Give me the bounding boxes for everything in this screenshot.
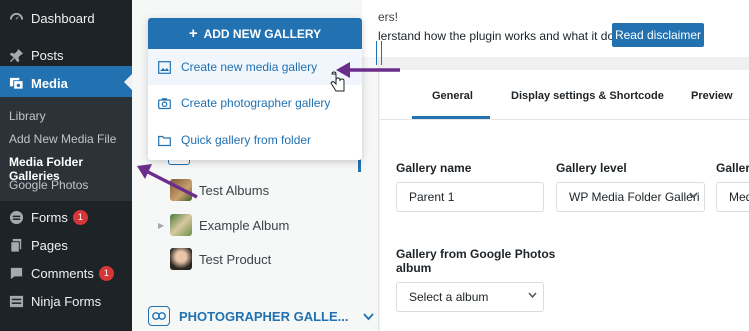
menu-item-quick-gallery-from-folder[interactable]: Quick gallery from folder [148, 122, 362, 158]
gallery-settings-panel: General Display settings & Shortcode Pre… [380, 70, 749, 331]
menu-item-create-photographer-gallery[interactable]: Create photographer gallery [148, 85, 362, 121]
pin-icon [8, 47, 24, 63]
photographer-galleries-header[interactable]: PHOTOGRAPHER GALLE... [148, 306, 374, 326]
admin-sidebar: Dashboard Posts Media Library Add New Me… [0, 0, 132, 331]
gallery-theme-select[interactable]: Medi [716, 182, 749, 212]
sidebar-item-media[interactable]: Media [0, 66, 132, 100]
google-photos-album-label: Gallery from Google Photos album [396, 247, 556, 275]
gallery-level-select[interactable]: WP Media Folder Galleri [556, 182, 705, 212]
comment-icon [8, 265, 24, 281]
tree-item-test-albums[interactable]: Test Albums [158, 179, 269, 201]
album-thumbnail [170, 214, 192, 236]
submenu-library[interactable]: Library [9, 109, 46, 123]
photographer-galleries-label: PHOTOGRAPHER GALLE... [179, 308, 349, 324]
gallery-theme-label: Gallery [716, 161, 749, 175]
media-icon [8, 75, 24, 91]
photographer-gallery-icon [148, 306, 170, 326]
folder-icon [158, 134, 171, 147]
pages-icon [8, 237, 24, 253]
menu-item-label: Quick gallery from folder [181, 133, 312, 147]
submenu-add-new-media-file[interactable]: Add New Media File [9, 132, 116, 146]
read-disclaimer-button[interactable]: Read disclaimer [612, 23, 704, 47]
sidebar-item-label: Comments [31, 265, 94, 281]
gallery-level-label: Gallery level [556, 161, 627, 175]
google-photos-album-value: Select a album [409, 290, 489, 304]
sidebar-item-label: Forms [31, 209, 68, 225]
forms-badge: 1 [72, 209, 88, 225]
comments-badge: 1 [98, 265, 114, 281]
plugin-notice: ers! lerstand how the plugin works and w… [362, 0, 749, 57]
sidebar-item-label: Posts [31, 47, 64, 63]
media-submenu: Library Add New Media File Media Folder … [0, 97, 132, 201]
notice-text-line2: lerstand how the plugin works and what i… [378, 29, 627, 43]
tree-item-label: Example Album [199, 217, 290, 233]
panel-resize-handle[interactable] [376, 41, 382, 65]
album-thumbnail [170, 248, 192, 270]
tab-preview[interactable]: Preview [691, 90, 733, 102]
add-new-gallery-label: ADD NEW GALLERY [203, 26, 322, 41]
settings-tabs: General Display settings & Shortcode Pre… [380, 70, 749, 120]
gallery-name-label: Gallery name [396, 161, 472, 175]
sidebar-item-ninja-forms[interactable]: Ninja Forms [0, 284, 132, 318]
gallery-level-value: WP Media Folder Galleri [569, 190, 700, 204]
menu-item-label: Create new media gallery [181, 60, 318, 74]
camera-icon [158, 97, 171, 110]
gallery-theme-value: Medi [729, 190, 749, 204]
tree-item-test-product[interactable]: Test Product [158, 248, 271, 270]
add-gallery-dropdown: + ADD NEW GALLERY Create new media galle… [148, 18, 362, 160]
sidebar-item-label: Ninja Forms [31, 293, 102, 309]
tree-item-label: Test Product [199, 251, 272, 267]
sidebar-item-label: Media [31, 75, 68, 91]
add-new-gallery-button[interactable]: + ADD NEW GALLERY [148, 18, 362, 49]
forms-icon [8, 209, 24, 225]
google-photos-album-select[interactable]: Select a album [396, 282, 544, 312]
tree-item-label: Test Albums [199, 182, 270, 198]
album-thumbnail [170, 179, 192, 201]
chevron-down-icon [689, 191, 698, 202]
submenu-google-photos[interactable]: Google Photos [9, 178, 88, 192]
sidebar-item-dashboard[interactable]: Dashboard [0, 1, 132, 35]
image-icon [158, 60, 171, 74]
gallery-name-input[interactable]: Parent 1 [396, 182, 544, 212]
menu-item-create-media-gallery[interactable]: Create new media gallery [148, 49, 362, 85]
dashboard-icon [8, 10, 24, 26]
ninja-forms-icon [8, 293, 24, 309]
chevron-down-icon[interactable] [362, 309, 374, 324]
plus-icon: + [188, 25, 198, 42]
tab-general[interactable]: General [432, 90, 473, 102]
tree-item-example-album[interactable]: ▶ Example Album [158, 214, 289, 236]
sidebar-item-label: Dashboard [31, 10, 95, 26]
notice-text-line1: ers! [378, 10, 399, 24]
active-tab-indicator [412, 116, 490, 119]
tab-display-settings[interactable]: Display settings & Shortcode [511, 90, 664, 102]
menu-item-label: Create photographer gallery [181, 96, 331, 110]
sidebar-item-label: Pages [31, 237, 68, 253]
expand-caret-icon[interactable]: ▶ [158, 221, 170, 230]
chevron-down-icon [528, 291, 537, 302]
